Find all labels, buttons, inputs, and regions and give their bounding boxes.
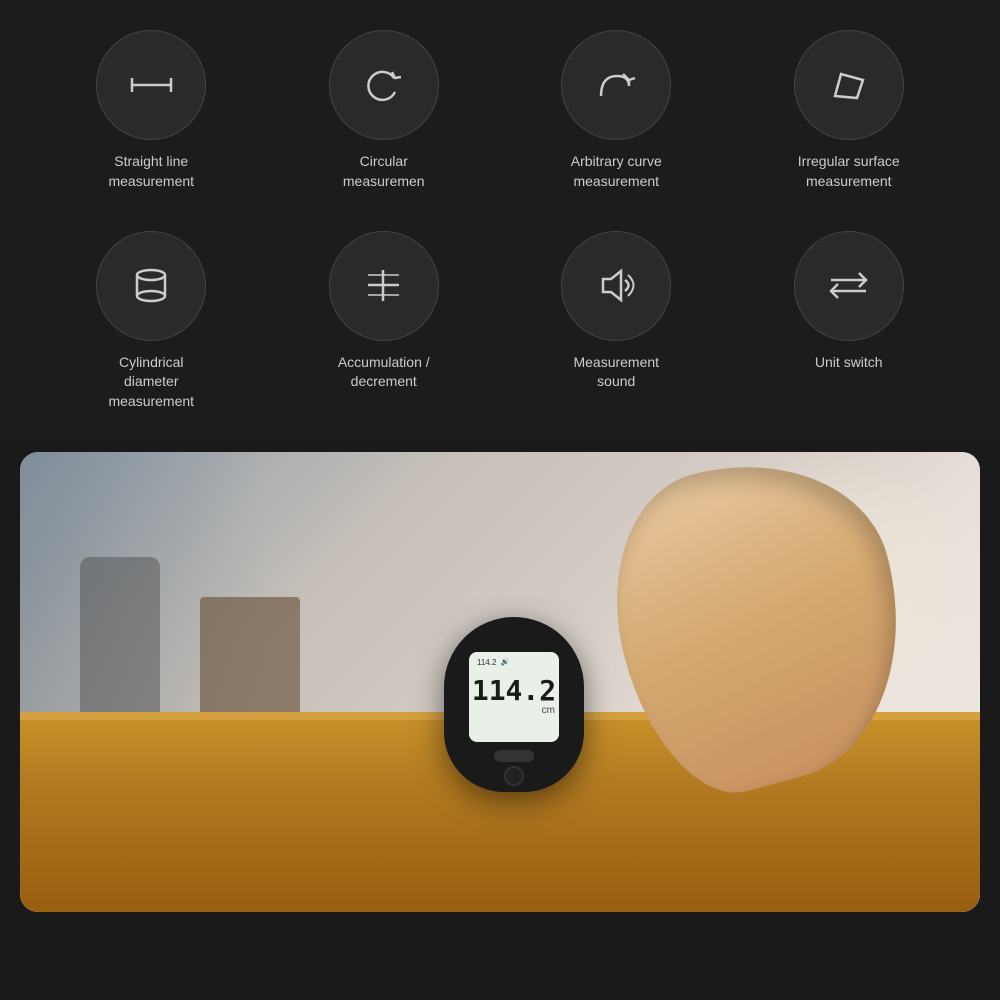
feature-irregular-surface: Irregular surfacemeasurement <box>794 30 904 211</box>
device-sensor <box>504 766 524 786</box>
feature-circular: Circularmeasuremen <box>329 30 439 211</box>
device-body: 114.2 🔊 114.2 cm <box>444 617 584 792</box>
sound-icon-circle <box>561 231 671 341</box>
circular-label: Circularmeasuremen <box>343 152 425 191</box>
irregular-surface-label: Irregular surfacemeasurement <box>798 152 900 191</box>
features-section: Straight linemeasurement Circularmeasure… <box>0 0 1000 442</box>
background-box <box>200 597 300 717</box>
sound-icon <box>589 258 644 313</box>
arbitrary-curve-label: Arbitrary curvemeasurement <box>571 152 662 191</box>
cylindrical-label: Cylindricaldiametermeasurement <box>108 353 194 412</box>
icon-row-2: Cylindricaldiametermeasurement Accumulat… <box>40 231 960 412</box>
unit-switch-icon-circle <box>794 231 904 341</box>
feature-unit-switch: Unit switch <box>794 231 904 412</box>
product-photo: 114.2 🔊 114.2 cm <box>20 452 980 912</box>
cylindrical-icon <box>124 258 179 313</box>
photo-background: 114.2 🔊 114.2 cm <box>20 452 980 912</box>
irregular-surface-icon <box>821 58 876 113</box>
arbitrary-curve-icon-circle <box>561 30 671 140</box>
straight-line-icon-circle <box>96 30 206 140</box>
straight-line-label: Straight linemeasurement <box>108 152 194 191</box>
screen-main-display: 114.2 <box>472 677 556 705</box>
screen-unit: cm <box>542 705 555 716</box>
screen-small-reading: 114.2 <box>477 658 496 667</box>
accumulation-icon-circle <box>329 231 439 341</box>
feature-arbitrary-curve: Arbitrary curvemeasurement <box>561 30 671 211</box>
accumulation-label: Accumulation /decrement <box>338 353 430 392</box>
feature-sound: Measurementsound <box>561 231 671 412</box>
sound-indicator: 🔊 <box>500 658 509 667</box>
straight-line-icon <box>124 58 179 113</box>
measurement-device: 114.2 🔊 114.2 cm <box>444 617 584 792</box>
background-vase <box>80 557 160 717</box>
sound-label: Measurementsound <box>573 353 659 392</box>
feature-straight-line: Straight linemeasurement <box>96 30 206 211</box>
cylindrical-icon-circle <box>96 231 206 341</box>
unit-switch-label: Unit switch <box>815 353 883 373</box>
device-screen: 114.2 🔊 114.2 cm <box>469 652 559 742</box>
accumulation-icon <box>356 258 411 313</box>
feature-accumulation: Accumulation /decrement <box>329 231 439 412</box>
device-button[interactable] <box>494 750 534 762</box>
feature-cylindrical: Cylindricaldiametermeasurement <box>96 231 206 412</box>
irregular-surface-icon-circle <box>794 30 904 140</box>
icon-row-1: Straight linemeasurement Circularmeasure… <box>40 30 960 211</box>
page-container: Straight linemeasurement Circularmeasure… <box>0 0 1000 912</box>
circular-icon-circle <box>329 30 439 140</box>
screen-top-indicators: 114.2 🔊 <box>477 658 509 667</box>
unit-switch-icon <box>821 258 876 313</box>
circular-icon <box>356 58 411 113</box>
arbitrary-curve-icon <box>589 58 644 113</box>
